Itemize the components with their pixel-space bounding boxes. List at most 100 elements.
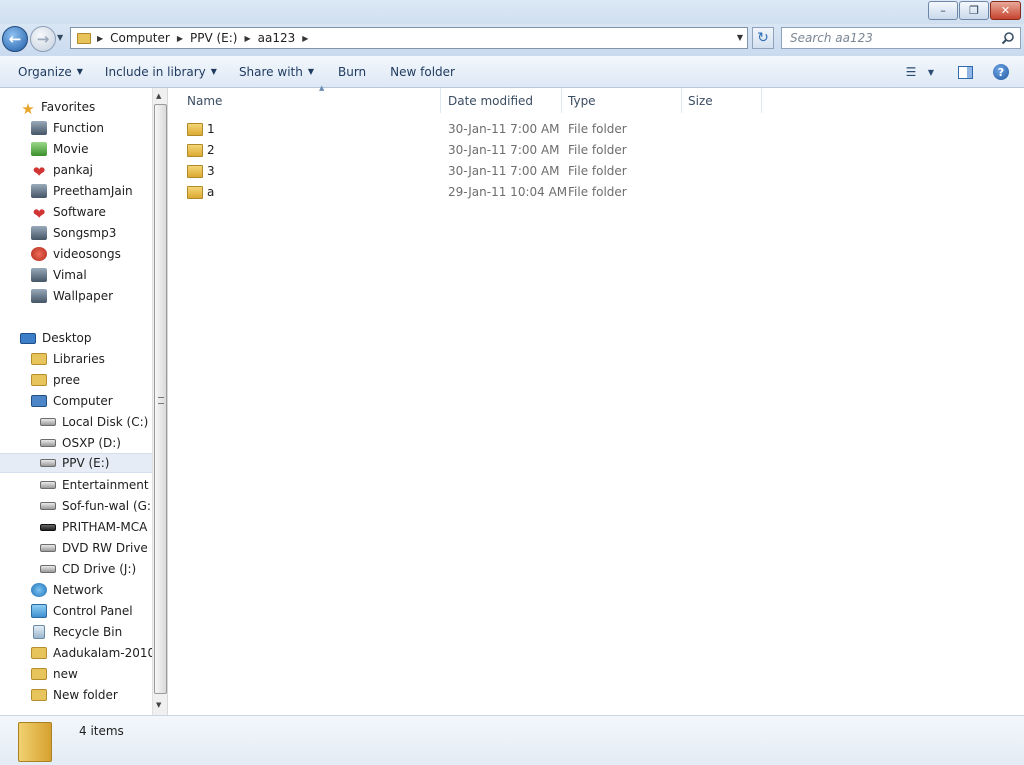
preview-pane-button[interactable]: [952, 60, 978, 84]
nav-aadukalam[interactable]: Aadukalam-2010~: [31, 643, 152, 663]
folder-icon: [187, 165, 203, 178]
nav-osxp-d[interactable]: OSXP (D:): [40, 433, 121, 453]
nav-videosongs[interactable]: videosongs: [31, 244, 121, 264]
search-input[interactable]: Search aa123: [781, 27, 1021, 49]
nav-favorites[interactable]: ★ Favorites: [20, 97, 95, 118]
shortcut-icon: [31, 268, 47, 282]
file-row[interactable]: 2 30-Jan-11 7:00 AM File folder: [187, 140, 787, 160]
shortcut-icon: [31, 247, 47, 261]
dvd-drive-icon: [40, 544, 56, 552]
nav-computer[interactable]: Computer: [31, 391, 113, 411]
nav-entertainment-f[interactable]: Entertainment (F: [40, 475, 152, 495]
column-header-type[interactable]: Type: [562, 88, 682, 113]
star-icon: ★: [21, 100, 35, 118]
nav-network[interactable]: Network: [31, 580, 103, 600]
address-row: ← → ▼ ▶ Computer ▶ PPV (E:) ▶ aa123 ▶ ▼ …: [0, 24, 1024, 56]
view-options-dropdown[interactable]: ▼: [924, 60, 938, 84]
grip-icon: [158, 397, 164, 404]
maximize-button[interactable]: ❐: [959, 1, 989, 20]
recycle-bin-icon: [33, 625, 45, 639]
scroll-down-icon[interactable]: ▼: [156, 701, 161, 709]
minimize-button[interactable]: –: [928, 1, 958, 20]
chevron-right-icon[interactable]: ▶: [97, 34, 103, 43]
chevron-right-icon[interactable]: ▶: [244, 34, 250, 43]
drive-icon: [40, 502, 56, 510]
nav-sof-fun-wal-g[interactable]: Sof-fun-wal (G:): [40, 496, 152, 516]
breadcrumb-computer[interactable]: Computer: [110, 31, 170, 45]
file-name: 2: [207, 143, 215, 157]
user-folder-icon: [31, 374, 47, 386]
search-icon[interactable]: [1001, 31, 1015, 45]
file-date: 30-Jan-11 7:00 AM: [448, 143, 560, 157]
nav-ppv-e[interactable]: PPV (E:): [0, 453, 152, 473]
nav-dvd-rw-drive[interactable]: DVD RW Drive (I:): [40, 538, 152, 558]
drive-icon: [40, 418, 56, 426]
chevron-down-icon: ▼: [210, 67, 217, 76]
share-with-menu[interactable]: Share with ▼: [231, 60, 322, 84]
nav-desktop[interactable]: Desktop: [20, 328, 92, 348]
chevron-down-icon: ▼: [76, 67, 83, 76]
nav-movie[interactable]: Movie: [31, 139, 89, 159]
nav-songsmp3[interactable]: Songsmp3: [31, 223, 116, 243]
file-row[interactable]: 1 30-Jan-11 7:00 AM File folder: [187, 119, 787, 139]
shortcut-icon: [31, 226, 47, 240]
back-button[interactable]: ←: [2, 26, 28, 52]
nav-vimal[interactable]: Vimal: [31, 265, 87, 285]
nav-pritham-mca[interactable]: PRITHAM-MCA (: [40, 517, 152, 537]
forward-button[interactable]: →: [30, 26, 56, 52]
sort-ascending-icon: ▲: [319, 84, 325, 92]
network-icon: [31, 583, 47, 597]
drive-icon: [40, 481, 56, 489]
refresh-icon: ↻: [757, 30, 769, 46]
new-folder-button[interactable]: New folder: [382, 60, 463, 84]
nav-pree[interactable]: pree: [31, 370, 80, 390]
arrow-right-icon: →: [36, 30, 50, 48]
help-button[interactable]: ?: [988, 60, 1014, 84]
file-date: 30-Jan-11 7:00 AM: [448, 122, 560, 136]
scroll-up-icon[interactable]: ▲: [156, 92, 161, 100]
organize-menu[interactable]: Organize ▼: [10, 60, 91, 84]
title-bar: – ❐ ✕: [0, 0, 1024, 24]
file-name: 3: [207, 164, 215, 178]
nav-preethamjain[interactable]: PreethamJain: [31, 181, 133, 201]
file-date: 30-Jan-11 7:00 AM: [448, 164, 560, 178]
removable-drive-icon: [40, 523, 56, 531]
column-header-size[interactable]: Size: [682, 88, 762, 113]
column-header-date[interactable]: Date modified: [442, 88, 562, 113]
change-view-button[interactable]: ☰: [898, 60, 924, 84]
heart-icon: ❤: [32, 163, 46, 181]
nav-new-folder[interactable]: New folder: [31, 685, 118, 705]
nav-recycle-bin[interactable]: Recycle Bin: [31, 622, 122, 642]
item-count: 4 items: [79, 724, 124, 738]
column-header-name[interactable]: Name ▲: [181, 84, 441, 113]
refresh-button[interactable]: ↻: [752, 27, 774, 49]
nav-scrollbar[interactable]: ▲ ▼: [152, 88, 168, 715]
file-row[interactable]: a 29-Jan-11 10:04 AM File folder: [187, 182, 787, 202]
nav-software[interactable]: ❤ Software: [31, 202, 106, 223]
nav-cd-drive[interactable]: CD Drive (J:): [40, 559, 136, 579]
chevron-right-icon[interactable]: ▶: [177, 34, 183, 43]
help-icon: ?: [993, 64, 1009, 80]
include-in-library-menu[interactable]: Include in library ▼: [97, 60, 225, 84]
nav-pankaj[interactable]: ❤ pankaj: [31, 160, 93, 181]
close-button[interactable]: ✕: [990, 1, 1021, 20]
file-row[interactable]: 3 30-Jan-11 7:00 AM File folder: [187, 161, 787, 181]
scrollbar-thumb[interactable]: [154, 104, 167, 694]
chevron-right-icon[interactable]: ▶: [302, 34, 308, 43]
nav-new[interactable]: new: [31, 664, 78, 684]
nav-local-disk-c[interactable]: Local Disk (C:): [40, 412, 148, 432]
search-placeholder: Search aa123: [790, 31, 873, 45]
breadcrumb-drive[interactable]: PPV (E:): [190, 31, 237, 45]
address-dropdown[interactable]: ▼: [737, 33, 743, 42]
burn-button[interactable]: Burn: [330, 60, 374, 84]
heart-icon: ❤: [32, 205, 46, 223]
nav-function[interactable]: Function: [31, 118, 104, 138]
address-bar[interactable]: ▶ Computer ▶ PPV (E:) ▶ aa123 ▶ ▼: [70, 27, 748, 49]
nav-wallpaper[interactable]: Wallpaper: [31, 286, 113, 306]
recent-pages-dropdown[interactable]: ▼: [57, 33, 63, 42]
drive-icon: [40, 459, 56, 467]
nav-control-panel[interactable]: Control Panel: [31, 601, 133, 621]
folder-icon: [31, 668, 47, 680]
breadcrumb-folder[interactable]: aa123: [258, 31, 296, 45]
nav-libraries[interactable]: Libraries: [31, 349, 105, 369]
